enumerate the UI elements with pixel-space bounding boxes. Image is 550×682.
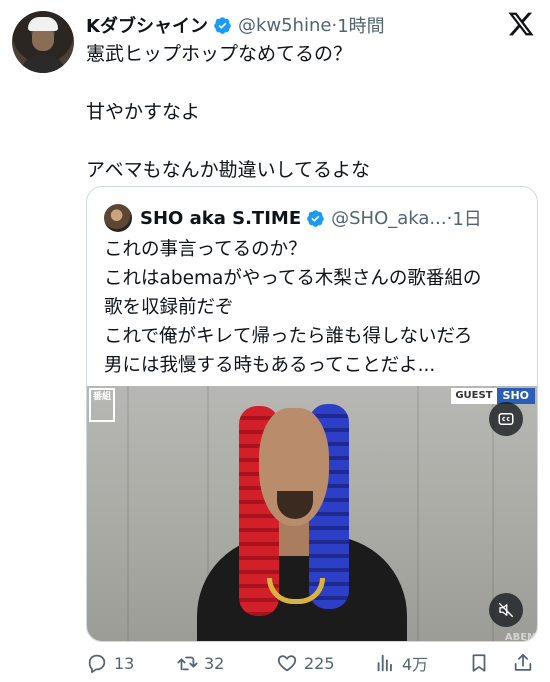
tweet-time[interactable]: 1時間: [337, 12, 384, 38]
author-display-name[interactable]: Kダブシャイン: [86, 12, 208, 38]
tweet-action-bar: 13 32 225 4万: [86, 650, 538, 676]
captions-icon: [498, 413, 514, 425]
guest-tag: GUEST SHO: [451, 388, 535, 404]
share-button[interactable]: [512, 650, 540, 676]
mute-button[interactable]: [489, 593, 523, 627]
repost-icon: [177, 656, 198, 671]
bookmark-icon: [472, 654, 486, 672]
video-player[interactable]: 番組 GUEST SHO ABEM: [87, 386, 537, 642]
quoted-tweet-time: 1日: [452, 209, 482, 230]
tweet-text: 憲武ヒップホップなめてるの？ 甘やかすなよ アベマもなんか勘違いしてるよな: [86, 40, 370, 184]
author-handle[interactable]: @kw5hine: [238, 15, 332, 36]
quoted-tweet[interactable]: SHO aka S.TIME @SHO_aka... · 1日 これの事言ってる…: [86, 186, 538, 642]
tweet-line: 甘やかすなよ: [86, 101, 201, 123]
bookmark-button[interactable]: [468, 650, 496, 676]
quoted-tweet-header: SHO aka S.TIME @SHO_aka... · 1日: [104, 204, 482, 232]
captions-button[interactable]: [489, 402, 523, 436]
author-avatar[interactable]: [12, 11, 74, 73]
tweet-line: アベマもなんか勘違いしてるよな: [86, 159, 371, 181]
views-count: 4万: [402, 655, 429, 674]
quoted-author-handle: @SHO_aka...: [331, 207, 447, 229]
video-watermark: ABEM: [504, 632, 537, 642]
views-button[interactable]: 4万: [374, 650, 428, 676]
reply-button[interactable]: 13: [86, 650, 134, 676]
quoted-tweet-text: これの事言ってるのか？ これはabemaがやってる木梨さんの歌番組の 歌を収録前…: [104, 235, 481, 380]
reply-icon: [88, 654, 106, 674]
verified-badge-icon: [213, 16, 232, 35]
repost-count: 32: [204, 653, 225, 673]
like-button[interactable]: 225: [276, 650, 335, 676]
quoted-line: 歌を収録前だぞ: [104, 297, 234, 318]
views-chart-icon: [377, 654, 392, 672]
like-count: 225: [304, 653, 335, 673]
avatar-cap: [28, 17, 58, 31]
x-logo-icon: [507, 10, 535, 38]
quoted-line: 男には我慢する時もあるってことだよ...: [104, 355, 436, 376]
quoted-author-display-name: SHO aka S.TIME: [140, 207, 302, 229]
guest-label: GUEST: [451, 388, 497, 404]
repost-button[interactable]: 32: [176, 650, 224, 676]
share-icon: [514, 653, 532, 671]
speaker-muted-icon: [498, 602, 514, 618]
verified-badge-icon: [306, 209, 325, 228]
quoted-line: これの事言ってるのか？: [104, 239, 307, 260]
heart-icon: [277, 655, 297, 672]
video-corner-logo: 番組: [89, 388, 115, 422]
tweet-header: Kダブシャイン @kw5hine · 1時間: [86, 12, 490, 38]
quoted-line: これはabemaがやってる木梨さんの歌番組の: [104, 268, 482, 289]
tweet-line: 憲武ヒップホップなめてるの？: [86, 43, 353, 65]
quoted-line: これで俺がキレて帰ったら誰も得しないだろ: [104, 326, 473, 347]
reply-count: 13: [114, 653, 135, 673]
avatar-shirt: [20, 55, 66, 73]
quoted-author-avatar: [104, 204, 132, 232]
